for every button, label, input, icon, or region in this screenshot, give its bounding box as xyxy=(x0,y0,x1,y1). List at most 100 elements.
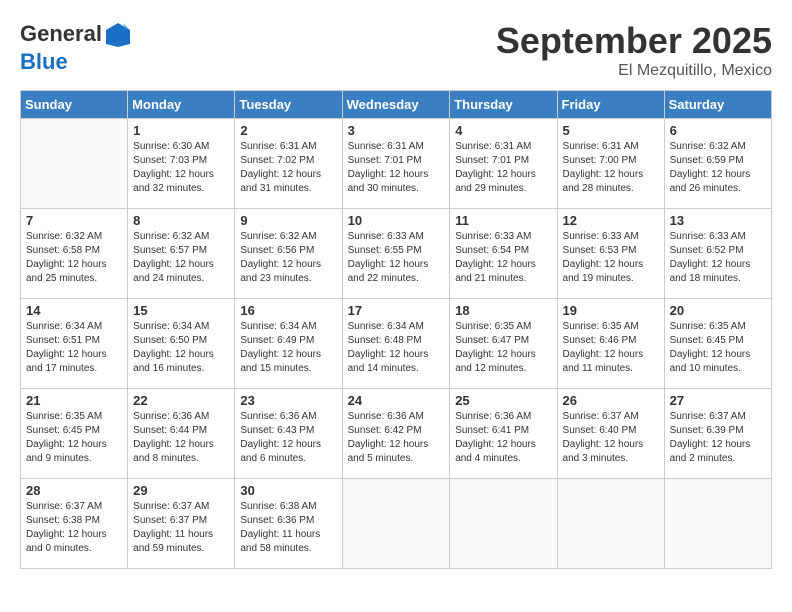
day-info: Sunrise: 6:34 AM Sunset: 6:49 PM Dayligh… xyxy=(240,320,336,376)
day-number: 28 xyxy=(26,483,122,498)
calendar-cell: 3 Sunrise: 6:31 AM Sunset: 7:01 PM Daylig… xyxy=(342,119,450,209)
calendar-header-thursday: Thursday xyxy=(450,91,557,119)
calendar-cell: 9 Sunrise: 6:32 AM Sunset: 6:56 PM Daylig… xyxy=(235,209,342,299)
calendar-cell: 13 Sunrise: 6:33 AM Sunset: 6:52 PM Dayli… xyxy=(664,209,771,299)
day-info: Sunrise: 6:36 AM Sunset: 6:44 PM Dayligh… xyxy=(133,410,229,466)
calendar-cell: 28 Sunrise: 6:37 AM Sunset: 6:38 PM Dayli… xyxy=(21,479,128,569)
title-block: September 2025 El Mezquitillo, Mexico xyxy=(496,20,772,80)
day-number: 22 xyxy=(133,393,229,408)
calendar-header-sunday: Sunday xyxy=(21,91,128,119)
day-number: 18 xyxy=(455,303,551,318)
logo: General Blue xyxy=(20,20,134,74)
calendar-cell: 1 Sunrise: 6:30 AM Sunset: 7:03 PM Daylig… xyxy=(128,119,235,209)
calendar-cell: 23Sunrise: 6:36 AM Sunset: 6:43 PM Dayli… xyxy=(235,389,342,479)
calendar-cell: 18 Sunrise: 6:35 AM Sunset: 6:47 PM Dayli… xyxy=(450,299,557,389)
day-info: Sunrise: 6:35 AM Sunset: 6:45 PM Dayligh… xyxy=(670,320,766,376)
calendar-cell xyxy=(450,479,557,569)
day-number: 20 xyxy=(670,303,766,318)
logo-blue: Blue xyxy=(20,49,68,74)
day-number: 5 xyxy=(563,123,659,138)
day-number: 26 xyxy=(563,393,659,408)
day-number: 29 xyxy=(133,483,229,498)
day-number: 4 xyxy=(455,123,551,138)
calendar-cell: 2Sunrise: 6:31 AM Sunset: 7:02 PM Daylig… xyxy=(235,119,342,209)
calendar-cell: 29 Sunrise: 6:37 AM Sunset: 6:37 PM Dayli… xyxy=(128,479,235,569)
day-number: 9 xyxy=(240,213,336,228)
calendar-cell: 27 Sunrise: 6:37 AM Sunset: 6:39 PM Dayli… xyxy=(664,389,771,479)
calendar-cell: 7 Sunrise: 6:32 AM Sunset: 6:58 PM Daylig… xyxy=(21,209,128,299)
calendar-cell: 11 Sunrise: 6:33 AM Sunset: 6:54 PM Dayli… xyxy=(450,209,557,299)
day-info: Sunrise: 6:31 AM Sunset: 7:01 PM Dayligh… xyxy=(348,140,445,196)
calendar-header-tuesday: Tuesday xyxy=(235,91,342,119)
day-info: Sunrise: 6:33 AM Sunset: 6:53 PM Dayligh… xyxy=(563,230,659,286)
day-info: Sunrise: 6:36 AM Sunset: 6:41 PM Dayligh… xyxy=(455,410,551,466)
day-number: 3 xyxy=(348,123,445,138)
day-info: Sunrise: 6:34 AM Sunset: 6:51 PM Dayligh… xyxy=(26,320,122,376)
logo-text: General xyxy=(20,20,134,50)
day-number: 19 xyxy=(563,303,659,318)
logo-blue-text: Blue xyxy=(20,50,134,74)
calendar-cell: 20 Sunrise: 6:35 AM Sunset: 6:45 PM Dayli… xyxy=(664,299,771,389)
day-number: 24 xyxy=(348,393,445,408)
calendar-cell: 10 Sunrise: 6:33 AM Sunset: 6:55 PM Dayli… xyxy=(342,209,450,299)
week-row-2: 7 Sunrise: 6:32 AM Sunset: 6:58 PM Daylig… xyxy=(21,209,772,299)
day-info: Sunrise: 6:38 AM Sunset: 6:36 PM Dayligh… xyxy=(240,500,336,556)
calendar-header-row: SundayMondayTuesdayWednesdayThursdayFrid… xyxy=(21,91,772,119)
day-number: 13 xyxy=(670,213,766,228)
calendar-cell: 8 Sunrise: 6:32 AM Sunset: 6:57 PM Daylig… xyxy=(128,209,235,299)
day-number: 30 xyxy=(240,483,336,498)
day-number: 15 xyxy=(133,303,229,318)
day-info: Sunrise: 6:35 AM Sunset: 6:47 PM Dayligh… xyxy=(455,320,551,376)
calendar-cell: 4Sunrise: 6:31 AM Sunset: 7:01 PM Daylig… xyxy=(450,119,557,209)
day-number: 12 xyxy=(563,213,659,228)
calendar-cell: 25Sunrise: 6:36 AM Sunset: 6:41 PM Dayli… xyxy=(450,389,557,479)
day-info: Sunrise: 6:37 AM Sunset: 6:39 PM Dayligh… xyxy=(670,410,766,466)
calendar-cell: 26 Sunrise: 6:37 AM Sunset: 6:40 PM Dayli… xyxy=(557,389,664,479)
calendar-cell: 19 Sunrise: 6:35 AM Sunset: 6:46 PM Dayli… xyxy=(557,299,664,389)
day-number: 1 xyxy=(133,123,229,138)
day-info: Sunrise: 6:33 AM Sunset: 6:54 PM Dayligh… xyxy=(455,230,551,286)
day-info: Sunrise: 6:37 AM Sunset: 6:37 PM Dayligh… xyxy=(133,500,229,556)
calendar-table: SundayMondayTuesdayWednesdayThursdayFrid… xyxy=(20,90,772,569)
day-info: Sunrise: 6:35 AM Sunset: 6:45 PM Dayligh… xyxy=(26,410,122,466)
calendar-cell xyxy=(21,119,128,209)
day-number: 17 xyxy=(348,303,445,318)
calendar-cell: 22 Sunrise: 6:36 AM Sunset: 6:44 PM Dayli… xyxy=(128,389,235,479)
calendar-cell xyxy=(664,479,771,569)
day-number: 21 xyxy=(26,393,122,408)
day-info: Sunrise: 6:32 AM Sunset: 6:59 PM Dayligh… xyxy=(670,140,766,196)
day-number: 14 xyxy=(26,303,122,318)
calendar-header-monday: Monday xyxy=(128,91,235,119)
week-row-3: 14 Sunrise: 6:34 AM Sunset: 6:51 PM Dayli… xyxy=(21,299,772,389)
calendar-header-wednesday: Wednesday xyxy=(342,91,450,119)
day-number: 6 xyxy=(670,123,766,138)
day-info: Sunrise: 6:36 AM Sunset: 6:42 PM Dayligh… xyxy=(348,410,445,466)
day-info: Sunrise: 6:33 AM Sunset: 6:52 PM Dayligh… xyxy=(670,230,766,286)
day-info: Sunrise: 6:35 AM Sunset: 6:46 PM Dayligh… xyxy=(563,320,659,376)
day-info: Sunrise: 6:37 AM Sunset: 6:38 PM Dayligh… xyxy=(26,500,122,556)
calendar-cell: 17 Sunrise: 6:34 AM Sunset: 6:48 PM Dayli… xyxy=(342,299,450,389)
day-info: Sunrise: 6:31 AM Sunset: 7:00 PM Dayligh… xyxy=(563,140,659,196)
day-info: Sunrise: 6:32 AM Sunset: 6:58 PM Dayligh… xyxy=(26,230,122,286)
calendar-header-friday: Friday xyxy=(557,91,664,119)
day-number: 27 xyxy=(670,393,766,408)
day-number: 11 xyxy=(455,213,551,228)
location-subtitle: El Mezquitillo, Mexico xyxy=(496,62,772,80)
day-info: Sunrise: 6:33 AM Sunset: 6:55 PM Dayligh… xyxy=(348,230,445,286)
day-info: Sunrise: 6:34 AM Sunset: 6:48 PM Dayligh… xyxy=(348,320,445,376)
calendar-cell: 5 Sunrise: 6:31 AM Sunset: 7:00 PM Daylig… xyxy=(557,119,664,209)
day-number: 8 xyxy=(133,213,229,228)
calendar-cell: 21 Sunrise: 6:35 AM Sunset: 6:45 PM Dayli… xyxy=(21,389,128,479)
day-info: Sunrise: 6:30 AM Sunset: 7:03 PM Dayligh… xyxy=(133,140,229,196)
day-number: 10 xyxy=(348,213,445,228)
day-number: 16 xyxy=(240,303,336,318)
week-row-5: 28 Sunrise: 6:37 AM Sunset: 6:38 PM Dayli… xyxy=(21,479,772,569)
calendar-cell xyxy=(342,479,450,569)
logo-general: General xyxy=(20,21,102,46)
day-info: Sunrise: 6:37 AM Sunset: 6:40 PM Dayligh… xyxy=(563,410,659,466)
calendar-cell: 14 Sunrise: 6:34 AM Sunset: 6:51 PM Dayli… xyxy=(21,299,128,389)
page-header: General Blue September 2025 El Mezquitil… xyxy=(20,20,772,80)
day-number: 7 xyxy=(26,213,122,228)
day-info: Sunrise: 6:32 AM Sunset: 6:57 PM Dayligh… xyxy=(133,230,229,286)
day-info: Sunrise: 6:32 AM Sunset: 6:56 PM Dayligh… xyxy=(240,230,336,286)
